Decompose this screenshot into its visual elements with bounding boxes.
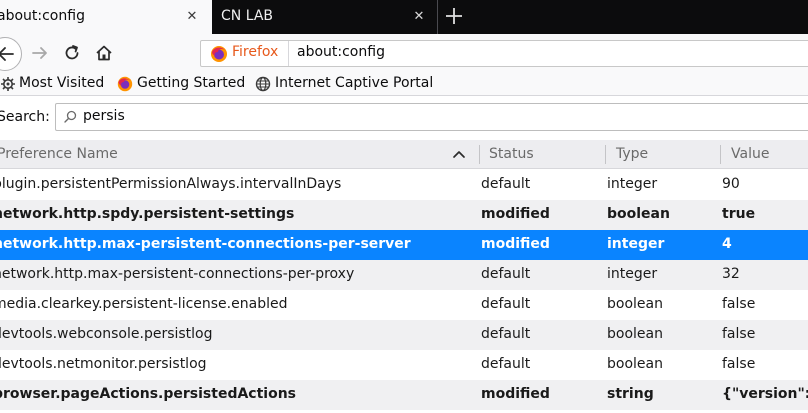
globe-icon (255, 76, 271, 92)
preference-status: default (481, 326, 531, 342)
site-identity-box[interactable]: Firefox (201, 41, 289, 66)
search-icon (64, 110, 77, 123)
preference-status: modified (481, 206, 550, 222)
new-tab-plus-icon[interactable] (442, 4, 466, 28)
preference-name: devtools.netmonitor.persistlog (0, 356, 207, 372)
bookmark-internet-captive-portal[interactable]: Internet Captive Portal (275, 75, 433, 91)
preference-value: 32 (722, 266, 740, 282)
search-value: persis (83, 108, 125, 124)
gear-icon (1, 77, 15, 91)
column-header-type[interactable]: Type (616, 146, 648, 162)
preference-status: default (481, 356, 531, 372)
table-row[interactable]: browser.pageActions.persistedActions mod… (0, 380, 808, 410)
tab-cn-lab[interactable]: CN LAB ✕ (212, 0, 438, 34)
preference-name: network.http.spdy.persistent-settings (0, 206, 295, 222)
search-label: Search: (0, 109, 50, 125)
bookmark-getting-started[interactable]: Getting Started (137, 75, 245, 91)
tab-title: CN LAB (221, 8, 274, 24)
preference-type: integer (607, 266, 658, 282)
preference-value: 90 (722, 176, 740, 192)
back-arrow-icon (0, 47, 14, 61)
tab-about-config[interactable]: about:config ✕ (0, 0, 212, 34)
preference-type: boolean (607, 326, 663, 342)
firefox-icon (117, 76, 133, 92)
tab-title: about:config (0, 8, 85, 24)
table-row[interactable]: devtools.webconsole.persistlog default b… (0, 320, 808, 350)
url-text[interactable]: about:config (297, 44, 385, 60)
preference-value: true (722, 206, 756, 222)
preference-name: plugin.persistentPermissionAlways.interv… (0, 176, 342, 192)
table-row[interactable]: network.http.spdy.persistent-settings mo… (0, 200, 808, 230)
preference-status: default (481, 176, 531, 192)
back-button[interactable] (0, 37, 22, 71)
close-tab-icon[interactable]: ✕ (184, 9, 200, 25)
preference-status: modified (481, 236, 550, 252)
preference-type: integer (607, 236, 665, 252)
preference-type: boolean (607, 296, 663, 312)
search-row: Search: persis (0, 97, 808, 139)
table-row[interactable]: devtools.netmonitor.persistlog default b… (0, 350, 808, 380)
bookmarks-toolbar: Most Visited Getting Started Internet Ca… (0, 72, 808, 96)
navigation-toolbar: Firefox about:config (0, 34, 808, 72)
firefox-logo-icon (211, 46, 227, 62)
preference-status: modified (481, 386, 550, 402)
preference-value: 4 (722, 236, 732, 252)
preferences-table-body: plugin.persistentPermissionAlways.interv… (0, 170, 808, 413)
identity-label: Firefox (232, 44, 279, 60)
preference-name: network.http.max-persistent-connections-… (0, 236, 411, 252)
bookmark-most-visited[interactable]: Most Visited (19, 75, 104, 91)
table-row[interactable]: plugin.persistentPermissionAlways.interv… (0, 170, 808, 200)
preference-value: {"version":1, (722, 386, 808, 402)
preference-value: false (722, 356, 756, 372)
column-divider[interactable] (720, 145, 721, 164)
preference-type: string (607, 386, 654, 402)
preference-status: default (481, 266, 531, 282)
preference-type: boolean (607, 206, 670, 222)
preference-name: browser.pageActions.persistedActions (0, 386, 297, 402)
close-tab-icon[interactable]: ✕ (411, 9, 427, 25)
column-header-value[interactable]: Value (731, 146, 769, 162)
tab-strip: about:config ✕ CN LAB ✕ (0, 0, 808, 34)
column-header-status[interactable]: Status (489, 146, 534, 162)
search-input[interactable]: persis (55, 103, 808, 131)
preference-name: media.clearkey.persistent-license.enable… (0, 296, 288, 312)
column-header-preference-name[interactable]: Preference Name (0, 146, 118, 162)
home-icon[interactable] (93, 42, 115, 64)
preferences-table-header: Preference Name Status Type Value (0, 140, 808, 169)
preference-name: network.http.max-persistent-connections-… (0, 266, 355, 282)
sort-ascending-chevron-icon[interactable] (452, 148, 466, 160)
forward-arrow-icon[interactable] (29, 42, 51, 64)
preference-value: false (722, 326, 756, 342)
column-divider[interactable] (479, 145, 480, 164)
preference-value: false (722, 296, 756, 312)
reload-icon[interactable] (61, 42, 83, 64)
preference-type: integer (607, 176, 658, 192)
preference-type: boolean (607, 356, 663, 372)
table-row[interactable]: network.http.max-persistent-connections-… (0, 260, 808, 290)
column-divider[interactable] (605, 145, 606, 164)
table-row-selected[interactable]: network.http.max-persistent-connections-… (0, 230, 808, 260)
preference-status: default (481, 296, 531, 312)
url-bar[interactable]: Firefox about:config (200, 40, 808, 67)
table-row[interactable]: media.clearkey.persistent-license.enable… (0, 290, 808, 320)
preference-name: devtools.webconsole.persistlog (0, 326, 213, 342)
